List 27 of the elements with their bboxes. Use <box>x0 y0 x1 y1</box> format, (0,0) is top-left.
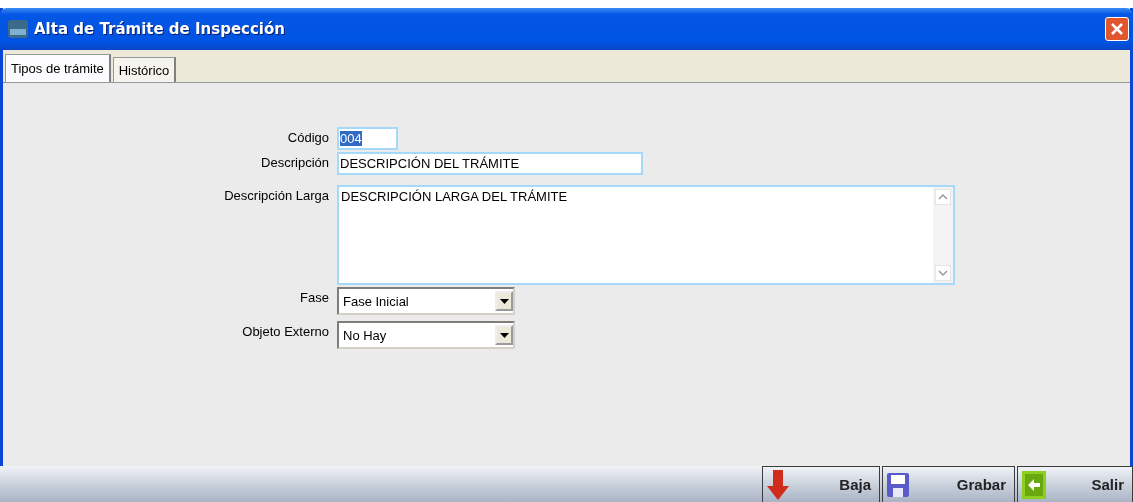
dropdown-button[interactable] <box>495 325 513 345</box>
field-label: Descripción <box>260 154 329 170</box>
down-arrow-icon <box>767 469 789 500</box>
close-icon <box>1110 22 1124 36</box>
close-button[interactable] <box>1105 17 1129 41</box>
app-icon <box>8 20 28 38</box>
caret-icon <box>499 298 509 304</box>
phase-dropdown[interactable]: Fase Inicial <box>337 287 515 315</box>
back-arrow-icon <box>1022 470 1046 499</box>
tab[interactable]: Histórico <box>112 57 177 82</box>
window-title: Alta de Trámite de Inspección <box>34 20 286 38</box>
tab[interactable]: Tipos de trámite <box>5 54 111 82</box>
field-label: Descripción Larga <box>223 187 329 203</box>
delete-button[interactable]: Baja <box>762 466 880 502</box>
exit-button[interactable]: Salir <box>1017 466 1133 502</box>
field-label: Fase <box>299 289 329 305</box>
field-label: Código <box>286 129 329 145</box>
description-field[interactable]: DESCRIPCIÓN DEL TRÁMITE <box>337 152 643 175</box>
scroll-down-icon[interactable] <box>935 265 951 281</box>
dropdown-button[interactable] <box>495 291 513 311</box>
field-label: Objeto Externo <box>241 323 329 339</box>
save-button[interactable]: Grabar <box>882 466 1015 502</box>
code-field[interactable]: 004 <box>337 127 398 150</box>
long-description-field[interactable]: DESCRIPCIÓN LARGA DEL TRÁMITE <box>337 185 955 285</box>
scroll-up-icon[interactable] <box>935 189 951 205</box>
external-object-dropdown[interactable]: No Hay <box>337 321 515 349</box>
caret-icon <box>499 332 509 338</box>
